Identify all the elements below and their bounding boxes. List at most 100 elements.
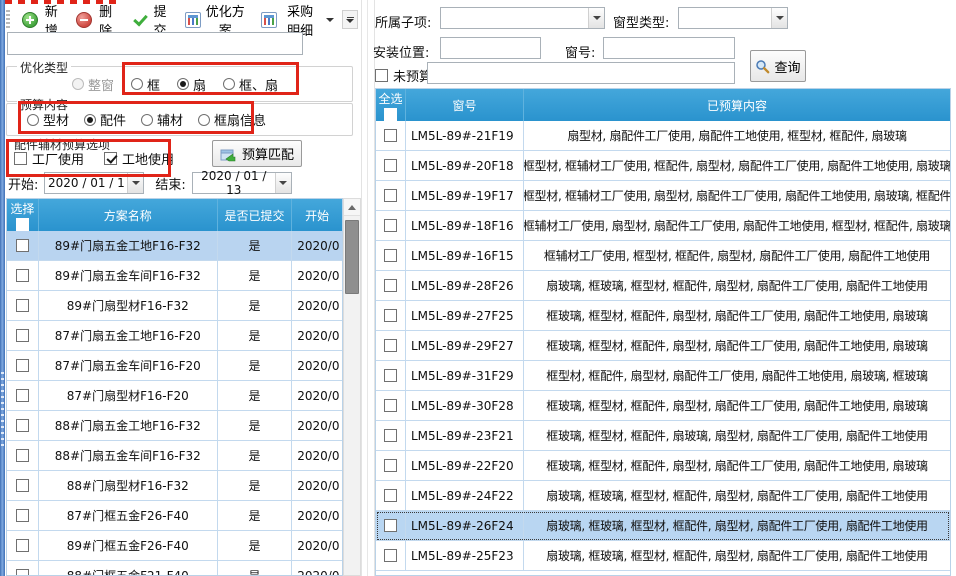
checkbox-option[interactable]: 工地使用 [104,149,174,168]
row-checkbox[interactable] [384,279,397,292]
row-checkbox[interactable] [16,509,29,522]
window-row[interactable]: LM5L-89#-20F18 框型材, 框辅材工厂使用, 框配件, 扇型材, 扇… [376,151,950,181]
row-checkbox[interactable] [384,519,397,532]
radio-option[interactable]: 整窗 [72,75,114,94]
plan-row[interactable]: 88#门扇五金车间F16-F32 是 2020/0 [7,441,342,471]
row-checkbox[interactable] [384,249,397,262]
window-type-dropdown-button[interactable] [771,8,787,28]
plan-row[interactable]: 87#门框五金F26-F40 是 2020/0 [7,501,342,531]
row-checkbox[interactable] [384,459,397,472]
submitted-cell: 是 [218,261,293,290]
window-row[interactable]: LM5L-89#-23F21 框玻璃, 框型材, 框配件, 扇玻璃, 扇型材, … [376,421,950,451]
radio-option[interactable]: 框 [131,75,160,94]
row-checkbox[interactable] [16,299,29,312]
plan-row[interactable]: 88#门扇五金工地F16-F32 是 2020/0 [7,411,342,441]
row-checkbox[interactable] [384,369,397,382]
install-position-input[interactable] [440,37,541,59]
select-all-checkbox[interactable] [384,108,397,121]
window-row[interactable]: LM5L-89#-22F20 框玻璃, 框型材, 框配件, 扇型材, 扇配件工厂… [376,451,950,481]
sub-item-dropdown-button[interactable] [588,8,604,28]
row-checkbox[interactable] [384,429,397,442]
row-checkbox[interactable] [384,219,397,232]
plans-table-scrollbar[interactable] [343,198,361,576]
radio-icon [223,78,235,90]
row-checkbox[interactable] [16,539,29,552]
radio-option[interactable]: 扇 [177,75,206,94]
window-row[interactable]: LM5L-89#-28F26 扇玻璃, 框玻璃, 框型材, 框配件, 扇型材, … [376,271,950,301]
budgeted-content-cell: 扇型材, 扇配件工厂使用, 扇配件工地使用, 框型材, 框配件, 扇玻璃 [524,121,950,150]
row-checkbox[interactable] [16,569,29,576]
plan-name-cell: 88#门扇五金车间F16-F32 [39,441,218,470]
row-checkbox[interactable] [384,339,397,352]
sub-item-combobox[interactable] [440,7,605,29]
row-checkbox[interactable] [16,329,29,342]
sub-item-label: 所属子项: [375,12,431,31]
plan-row[interactable]: 89#门扇五金车间F16-F32 是 2020/0 [7,261,342,291]
window-row[interactable]: LM5L-89#-18F16 框辅材工厂使用, 扇型材, 扇配件工厂使用, 扇配… [376,211,950,241]
query-button[interactable]: 查询 [750,50,806,82]
radio-option[interactable]: 框、扇 [223,75,278,94]
radio-label: 整窗 [88,75,114,94]
row-checkbox[interactable] [16,359,29,372]
plan-row[interactable]: 88#门扇型材F16-F32 是 2020/0 [7,471,342,501]
row-checkbox[interactable] [384,549,397,562]
toolbar-overflow-button[interactable] [342,10,358,29]
window-row[interactable]: LM5L-89#-29F27 框玻璃, 框型材, 框配件, 扇型材, 扇配件工厂… [376,331,950,361]
row-checkbox[interactable] [16,449,29,462]
row-checkbox[interactable] [16,389,29,402]
plan-row[interactable]: 87#门扇五金工地F16-F20 是 2020/0 [7,321,342,351]
budget-match-button[interactable]: 预算匹配 [212,140,302,167]
window-type-combobox[interactable] [678,7,788,29]
window-no-column-header: 窗号 [406,89,524,121]
window-row[interactable]: LM5L-89#-21F19 扇型材, 扇配件工厂使用, 扇配件工地使用, 框型… [376,121,950,151]
start-column-header: 开始 [292,199,342,231]
window-row[interactable]: LM5L-89#-24F22 扇玻璃, 框玻璃, 框型材, 框配件, 扇型材, … [376,481,950,511]
toolbar: 新增 删除 提交 优化方案 采购明细 [6,6,358,33]
radio-option[interactable]: 辅材 [141,110,183,129]
row-checkbox[interactable] [384,309,397,322]
row-checkbox[interactable] [16,239,29,252]
plan-row[interactable]: 87#门扇型材F16-F20 是 2020/0 [7,381,342,411]
radio-label: 框扇信息 [214,110,266,129]
window-row[interactable]: LM5L-89#-25F23 扇玻璃, 框玻璃, 框型材, 框配件, 扇型材, … [376,541,950,571]
radio-option[interactable]: 配件 [84,110,126,129]
row-checkbox[interactable] [384,159,397,172]
end-date-dropdown-button[interactable] [275,173,291,193]
window-row[interactable]: LM5L-89#-31F29 框型材, 框配件, 扇型材, 扇配件工厂使用, 扇… [376,361,950,391]
plan-row[interactable]: 89#门扇型材F16-F32 是 2020/0 [7,291,342,321]
checkbox-option[interactable]: 工厂使用 [14,149,84,168]
plan-row[interactable]: 87#门扇五金车间F16-F20 是 2020/0 [7,351,342,381]
end-date-picker[interactable]: 2020 / 01 / 13 [192,172,292,194]
plan-row[interactable]: 89#门扇五金工地F16-F32 是 2020/0 [7,231,342,261]
left-edge-splitter[interactable] [0,0,5,576]
row-checkbox[interactable] [16,269,29,282]
row-checkbox[interactable] [384,399,397,412]
row-checkbox[interactable] [384,489,397,502]
scroll-up-button[interactable] [344,199,360,216]
window-row[interactable]: LM5L-89#-27F25 框玻璃, 框型材, 框配件, 扇型材, 扇配件工厂… [376,301,950,331]
start-date-picker[interactable]: 2020 / 01 / 1 [44,172,144,194]
start-date-dropdown-button[interactable] [127,173,143,193]
plan-filter-input[interactable] [7,32,303,55]
row-checkbox[interactable] [16,479,29,492]
row-checkbox[interactable] [384,189,397,202]
plan-row[interactable]: 88#门框五金F21-F40 是 2020/0 [7,561,342,576]
toolbar-grip[interactable] [6,10,10,30]
window-row[interactable]: LM5L-89#-16F15 框辅材工厂使用, 框型材, 框配件, 扇型材, 扇… [376,241,950,271]
plan-row[interactable]: 89#门框五金F26-F40 是 2020/0 [7,531,342,561]
scrollbar-thumb[interactable] [345,220,359,294]
select-all-header-label: 全选 [378,90,402,107]
window-row[interactable]: LM5L-89#-30F28 框玻璃, 框型材, 框配件, 扇型材, 扇配件工厂… [376,391,950,421]
panel-splitter[interactable] [361,0,375,576]
start-date-cell: 2020/0 [292,501,342,530]
window-row[interactable]: LM5L-89#-19F17 框型材, 框辅材工厂使用, 扇型材, 扇配件工厂使… [376,181,950,211]
window-row[interactable]: LM5L-89#-26F24 扇玻璃, 框玻璃, 框型材, 框配件, 扇型材, … [376,511,950,541]
budgeted-content-cell: 框型材, 框配件, 扇型材, 扇配件工厂使用, 扇配件工地使用, 扇玻璃, 框玻… [524,361,950,390]
no-budget-checkbox[interactable] [375,69,388,82]
window-no-input[interactable] [603,37,735,59]
no-budget-input[interactable] [427,62,735,84]
select-all-checkbox[interactable] [16,218,29,231]
row-checkbox[interactable] [384,129,397,142]
radio-option[interactable]: 框扇信息 [198,110,266,129]
row-checkbox[interactable] [16,419,29,432]
